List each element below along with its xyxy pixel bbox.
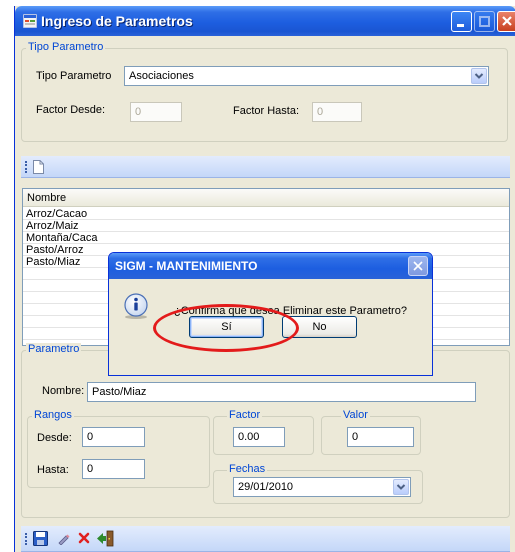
tipo-parametro-group xyxy=(21,48,508,142)
desde-field[interactable]: 0 xyxy=(82,427,145,447)
factor-hasta-label: Factor Hasta: xyxy=(233,105,300,117)
list-header[interactable]: Nombre xyxy=(23,189,509,207)
valor-field[interactable]: 0 xyxy=(347,427,414,447)
edit-pencil-icon[interactable] xyxy=(57,532,70,548)
list-item[interactable]: Montaña/Caca xyxy=(23,232,509,244)
tipo-parametro-value: Asociaciones xyxy=(129,70,194,82)
title-bar[interactable]: Ingreso de Parametros xyxy=(15,6,515,36)
close-button[interactable] xyxy=(497,11,515,32)
fechas-value: 29/01/2010 xyxy=(238,481,294,493)
factor-field[interactable]: 0.00 xyxy=(233,427,285,447)
list-item[interactable]: Arroz/Maiz xyxy=(23,220,509,232)
bottom-toolbar xyxy=(21,526,510,552)
app-window-icon xyxy=(22,13,38,29)
factor-desde-label: Factor Desde: xyxy=(36,104,106,116)
confirm-dialog: SIGM - MANTENIMIENTO ¿Confirma que desea… xyxy=(108,252,433,376)
fechas-date-picker[interactable]: 29/01/2010 xyxy=(233,477,411,497)
list-item-label: Montaña/Caca xyxy=(26,232,98,244)
fechas-legend: Fechas xyxy=(227,463,268,475)
list-item-label: Pasto/Miaz xyxy=(26,256,81,268)
tipo-parametro-label: Tipo Parametro xyxy=(36,70,112,82)
no-button[interactable]: No xyxy=(282,316,357,338)
factor-legend: Factor xyxy=(227,409,263,421)
list-item-label: Arroz/Cacao xyxy=(26,208,88,220)
factor-desde-field[interactable]: 0 xyxy=(130,102,182,122)
info-icon xyxy=(123,293,149,319)
save-icon[interactable] xyxy=(33,531,48,549)
maximize-button[interactable] xyxy=(474,11,495,32)
parametro-legend: Parametro xyxy=(26,343,82,355)
factor-hasta-field[interactable]: 0 xyxy=(312,102,362,122)
yes-button[interactable]: Sí xyxy=(189,316,264,338)
column-nombre: Nombre xyxy=(27,192,67,204)
tipo-parametro-legend: Tipo Parametro xyxy=(26,41,106,53)
rangos-legend: Rangos xyxy=(32,409,74,421)
list-item-label: Pasto/Arroz xyxy=(26,244,84,256)
list-item-label: Arroz/Maiz xyxy=(26,220,79,232)
nombre-label: Nombre: xyxy=(42,385,85,397)
calendar-dropdown-icon[interactable] xyxy=(393,479,409,495)
dialog-close-button[interactable] xyxy=(408,256,428,276)
hasta-field[interactable]: 0 xyxy=(82,459,145,479)
list-item[interactable]: Arroz/Cacao xyxy=(23,208,509,220)
nombre-field[interactable]: Pasto/Miaz xyxy=(87,382,476,402)
dialog-title: SIGM - MANTENIMIENTO xyxy=(115,259,258,273)
exit-door-icon[interactable] xyxy=(97,530,114,550)
toolbar-grip-icon[interactable] xyxy=(25,533,27,545)
delete-icon[interactable] xyxy=(78,532,90,547)
tipo-parametro-select[interactable]: Asociaciones xyxy=(124,66,489,86)
hasta-label: Hasta: xyxy=(37,464,69,476)
desde-label: Desde: xyxy=(37,432,72,444)
new-document-icon[interactable] xyxy=(33,160,44,177)
top-toolbar xyxy=(21,156,510,178)
chevron-down-icon[interactable] xyxy=(471,68,487,84)
toolbar-grip-icon[interactable] xyxy=(25,161,27,173)
dialog-title-bar[interactable]: SIGM - MANTENIMIENTO xyxy=(109,253,432,279)
valor-legend: Valor xyxy=(341,409,370,421)
minimize-button[interactable] xyxy=(451,11,472,32)
window-title: Ingreso de Parametros xyxy=(41,13,193,29)
